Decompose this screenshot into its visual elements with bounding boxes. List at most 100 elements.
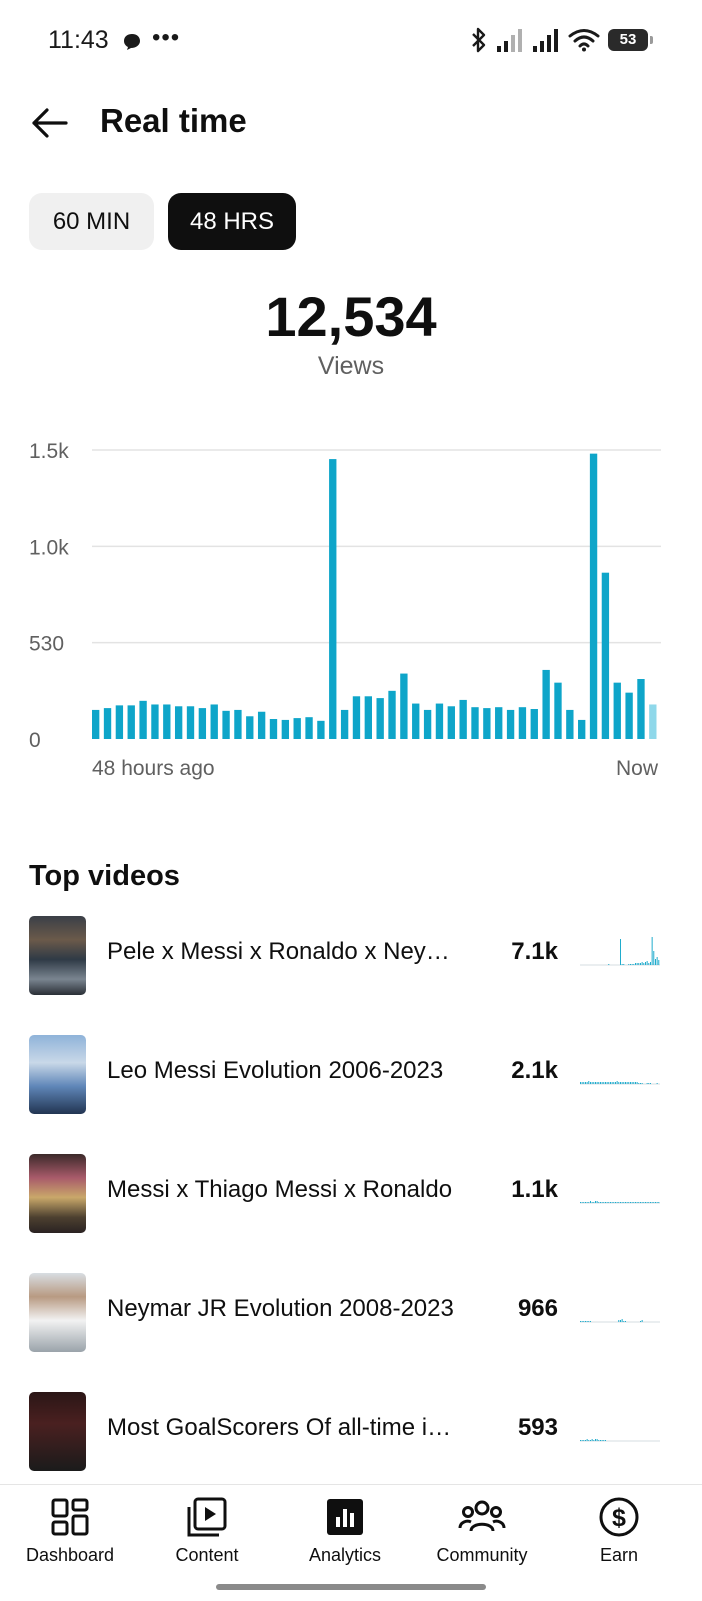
sparkline-bar <box>608 964 610 965</box>
sparkline-bar <box>580 1321 581 1322</box>
video-row[interactable]: Neymar JR Evolution 2008-2023 966 <box>0 1273 702 1353</box>
x-start-label: 48 hours ago <box>92 757 215 780</box>
video-row[interactable]: Messi x Thiago Messi x Ronaldo 1.1k <box>0 1154 702 1234</box>
chart-bar <box>423 709 432 739</box>
sparkline-bar <box>621 1319 623 1322</box>
sparkline-bar <box>580 1202 581 1203</box>
chart-bar <box>198 708 207 739</box>
sparkline-bar <box>635 1202 636 1203</box>
nav-earn[interactable]: $ Earn <box>559 1495 679 1575</box>
more-notifications-icon: ••• <box>152 24 181 51</box>
video-sparkline <box>580 1319 660 1323</box>
sparkline-bar <box>600 1440 601 1441</box>
chart-bar <box>388 690 396 739</box>
signal-icon-2 <box>533 29 558 52</box>
sparkline-bar <box>648 1083 650 1084</box>
video-row[interactable]: Most GoalScorers Of all-time in Football… <box>0 1392 702 1472</box>
back-button[interactable] <box>26 100 72 146</box>
status-bar: 11:43 ••• 53 <box>0 0 702 84</box>
chart-bar <box>542 669 550 739</box>
dashboard-grid-icon <box>51 1498 89 1536</box>
sparkline-bar <box>618 1320 620 1322</box>
sparkline-bar <box>608 1202 610 1203</box>
sparkline-bar <box>623 1082 625 1084</box>
chart-bar <box>459 699 467 739</box>
sparkline-bar <box>648 963 650 965</box>
sparkline-bar <box>636 963 638 965</box>
chart-bar <box>554 682 562 739</box>
chart-bar <box>364 696 372 739</box>
video-row[interactable]: Pele x Messi x Ronaldo x Neymar 7.1k <box>0 916 702 996</box>
chart-bar <box>127 705 135 739</box>
video-sparkline <box>580 937 660 966</box>
sparkline-bar <box>641 1202 643 1203</box>
app-header: Real time <box>0 88 702 158</box>
sparkline-bar <box>590 1082 591 1084</box>
status-icons: 53 <box>470 26 653 54</box>
sparkline-bar <box>620 1320 621 1322</box>
total-views-value: 12,534 <box>265 285 437 348</box>
video-title: Messi x Thiago Messi x Ronaldo <box>107 1176 453 1203</box>
sparkline-bar <box>590 1201 591 1203</box>
sparkline-bar <box>651 1202 653 1203</box>
sparkline-bar <box>585 1082 586 1084</box>
sparkline-bar <box>603 1202 605 1203</box>
sparkline-bar <box>585 1202 586 1203</box>
chart-bar <box>506 709 515 739</box>
sparkline-bar <box>600 1082 601 1084</box>
chart-bar <box>601 572 610 739</box>
chart-bar <box>530 709 538 739</box>
tab-48-hrs[interactable]: 48 HRS <box>168 193 296 250</box>
tab-60-min[interactable]: 60 MIN <box>29 193 154 250</box>
sparkline-bar <box>638 1083 640 1084</box>
sparkline-bar <box>633 1082 635 1084</box>
sparkline-bar <box>586 1321 588 1322</box>
sparkline-bar <box>631 964 633 965</box>
chart-bar <box>269 719 278 739</box>
sparkline-bar <box>620 1082 621 1084</box>
sparkline-bar <box>596 1082 598 1084</box>
sparkline-bar <box>590 1440 591 1441</box>
content-play-icon <box>187 1497 227 1537</box>
sparkline-bar <box>631 1082 633 1084</box>
sparkline-bar <box>658 1202 660 1203</box>
sparkline-bar <box>606 1082 608 1084</box>
sparkline-bar <box>610 1082 611 1084</box>
sparkline-bar <box>606 1202 608 1203</box>
sparkline-bar <box>588 1321 590 1322</box>
video-row[interactable]: Leo Messi Evolution 2006-2023 2.1k <box>0 1035 702 1115</box>
sparkline-bar <box>613 1082 615 1084</box>
sparkline-bar <box>585 1321 586 1322</box>
sparkline-bar <box>625 1321 626 1322</box>
video-thumbnail <box>29 1273 86 1352</box>
sparkline-bar <box>630 964 631 965</box>
sparkline-bar <box>601 1440 603 1441</box>
svg-text:$: $ <box>612 1504 626 1532</box>
nav-dashboard[interactable]: Dashboard <box>10 1495 130 1575</box>
sparkline-bar <box>618 1082 620 1084</box>
sparkline-bar <box>583 1321 585 1322</box>
sparkline-bar <box>643 963 645 965</box>
chart-bar <box>637 679 645 739</box>
sparkline-bar <box>633 964 635 965</box>
sparkline-bar <box>586 1082 588 1084</box>
views-bar-chart: 0 530 1.0k 1.5k 48 hours ago Now <box>29 440 661 780</box>
chart-bar <box>222 710 230 739</box>
nav-content[interactable]: Content <box>147 1495 267 1575</box>
nav-community[interactable]: Community <box>422 1495 542 1575</box>
video-thumbnail <box>29 916 86 995</box>
sparkline-bar <box>581 1202 583 1203</box>
nav-analytics[interactable]: Analytics <box>285 1495 405 1575</box>
sparkline-bar <box>591 1439 593 1441</box>
sparkline-bar <box>620 939 621 965</box>
sparkline-bar <box>615 1202 616 1203</box>
video-thumbnail <box>29 1392 86 1471</box>
chart-bar <box>566 709 574 739</box>
chart-bar <box>400 673 408 739</box>
video-thumbnail <box>29 1154 86 1233</box>
x-end-label: Now <box>616 757 659 780</box>
video-title: Leo Messi Evolution 2006-2023 <box>107 1057 444 1084</box>
y-tick-label: 1.0k <box>29 536 69 559</box>
video-sparkline <box>580 1081 660 1085</box>
sparkline-bar <box>650 962 651 965</box>
